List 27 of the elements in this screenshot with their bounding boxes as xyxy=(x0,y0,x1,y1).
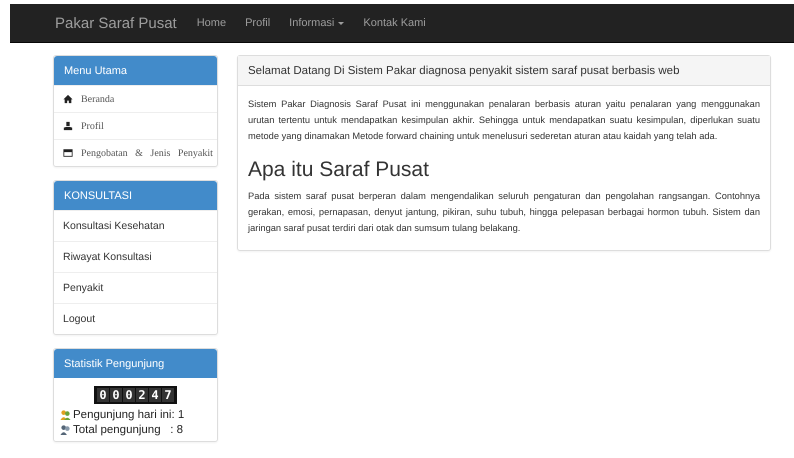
menu-item[interactable]: Pengobatan & Jenis Penyakit xyxy=(54,139,217,166)
menu-item[interactable]: Riwayat Konsultasi xyxy=(54,241,217,272)
card-icon xyxy=(63,148,73,158)
panel-heading: KONSULTASI xyxy=(54,181,217,210)
menu-item[interactable]: Beranda xyxy=(54,85,217,112)
user-icon xyxy=(63,121,73,131)
menu-item[interactable]: Profil xyxy=(54,112,217,139)
panel-heading: Selamat Datang Di Sistem Pakar diagnosa penyakit sistem saraf pusat berbasis web xyxy=(238,56,770,86)
visitor-counter: 0 0 0 2 4 7 xyxy=(94,386,177,404)
menu-item[interactable]: Konsultasi Kesehatan xyxy=(54,210,217,241)
intro-paragraph: Sistem Pakar Diagnosis Saraf Pusat ini menggunakan penalaran berbasis aturan yaitu penalaran yang menggunakan urutan tertentu untuk mendapatkan kesimpulan akhir. Sehingga untuk mendapatkan suatu kesimpulan, diperlukan suatu metode yang dinamakan Metode forward chaining untuk menelusuri sederetan aturan atau kaidah yang telah ada. xyxy=(248,98,760,143)
menu-item[interactable]: Logout xyxy=(54,303,217,334)
nav-link[interactable]: Profil xyxy=(245,17,270,29)
home-icon xyxy=(63,94,73,104)
panel-heading: Statistik Pengunjung xyxy=(54,349,217,378)
nav-link[interactable]: Home xyxy=(196,17,226,29)
body-paragraph: Pada sistem saraf pusat berperan dalam mengendalikan seluruh pengaturan dan pengolahan rangsangan. Contohnya gerakan, emosi, pernapasan, denyut jantung, pikiran, suhu tubuh, hingga pelepasan berbagai hormon tubuh. Sistem dan jaringan saraf pusat terdiri dari otak dan sumsum tulang belakang. xyxy=(248,190,760,235)
menu-item[interactable]: Penyakit xyxy=(54,272,217,303)
nav-link[interactable]: Informasi xyxy=(289,17,344,29)
brand-link[interactable]: Pakar Saraf Pusat xyxy=(55,14,177,32)
visitor-stat: Pengunjung hari ini: 1 xyxy=(73,408,184,420)
visitor-stat: Total pengunjung : 8 xyxy=(73,424,183,436)
people-icon xyxy=(60,424,71,435)
section-title: Apa itu Saraf Pusat xyxy=(248,158,430,182)
panel-heading: Menu Utama xyxy=(54,56,217,85)
people-icon xyxy=(60,409,71,420)
nav-link[interactable]: Kontak Kami xyxy=(363,17,426,29)
